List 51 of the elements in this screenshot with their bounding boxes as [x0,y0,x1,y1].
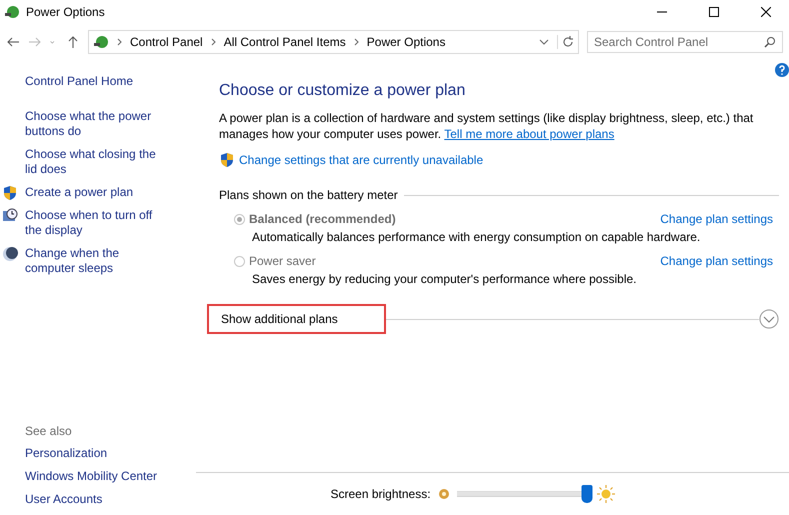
plan-name: Balanced (recommended) [249,212,397,226]
sidebar-link[interactable]: Choose what the power buttons do [25,109,166,139]
chevron-down-icon[interactable] [759,309,779,329]
plan-description: Automatically balances performance with energy consumption on capable hardware. [252,230,702,244]
address-bar[interactable]: Control Panel All Control Panel Items Power Options [88,30,579,54]
sidebar-link[interactable]: Choose when to turn off the display [25,208,166,238]
sidebar-link[interactable]: Create a power plan [25,185,166,200]
plan-settings-link[interactable]: Change plan settings [660,212,773,226]
sidebar-link[interactable]: Choose what closing the lid does [25,147,166,177]
plan-name: Power saver [249,254,317,268]
chevron-right-icon [117,38,122,46]
up-arrow-icon[interactable] [66,35,80,49]
power-plug-icon [93,34,109,50]
section-heading: Plans shown on the battery meter [219,188,398,202]
breadcrumb[interactable]: All Control Panel Items [224,35,346,49]
shield-icon [2,185,18,201]
sidebar-link[interactable]: Personalization [25,446,166,461]
see-also-heading: See also [25,424,73,438]
plan-settings-link[interactable]: Change plan settings [660,254,773,268]
bright-sun-icon [596,485,615,503]
page-title: Choose or customize a power plan [219,82,466,100]
chevron-down-icon[interactable] [539,38,549,46]
show-plans-button[interactable]: Show additional plans [207,304,386,334]
maximize-icon [709,7,719,17]
chevron-right-icon [210,38,216,46]
breadcrumb[interactable]: Power Options [366,35,446,49]
description: A power plan is a collection of hardware and system settings (like display brightness, sleep, etc.) that manages how your computer uses power. Tell me more about power plans [219,110,754,142]
sidebar-link[interactable]: Windows Mobility Center [25,469,166,484]
slider-thumb[interactable] [581,485,592,503]
moon-icon [2,246,18,262]
radio-button[interactable] [234,256,245,266]
dim-sun-icon [436,487,451,501]
brightness-label: Screen brightness: [330,487,431,501]
close-icon [761,7,771,17]
power-plug-icon [4,4,20,20]
radio-button[interactable] [234,214,245,224]
search-icon [764,36,776,48]
help-link[interactable]: Tell me more about power plans [444,127,614,141]
search-field[interactable]: Search Control Panel [587,31,783,53]
chevron-right-icon [354,38,359,46]
sidebar-link[interactable]: Change when the computer sleeps [25,246,166,276]
sidebar-link[interactable]: Control Panel Home [25,74,166,89]
window-title: Power Options [26,5,106,19]
shield-icon [219,152,235,168]
help-icon[interactable] [775,63,789,77]
sidebar-link[interactable]: User Accounts [25,492,166,507]
clock-monitor-icon [2,208,18,224]
breadcrumb[interactable]: Control Panel [130,35,203,49]
settings-link[interactable]: Change settings that are currently unavailable [239,153,484,167]
plan-description: Saves energy by reducing your computer's performance where possible. [252,272,638,286]
back-arrow-icon[interactable] [6,35,20,49]
